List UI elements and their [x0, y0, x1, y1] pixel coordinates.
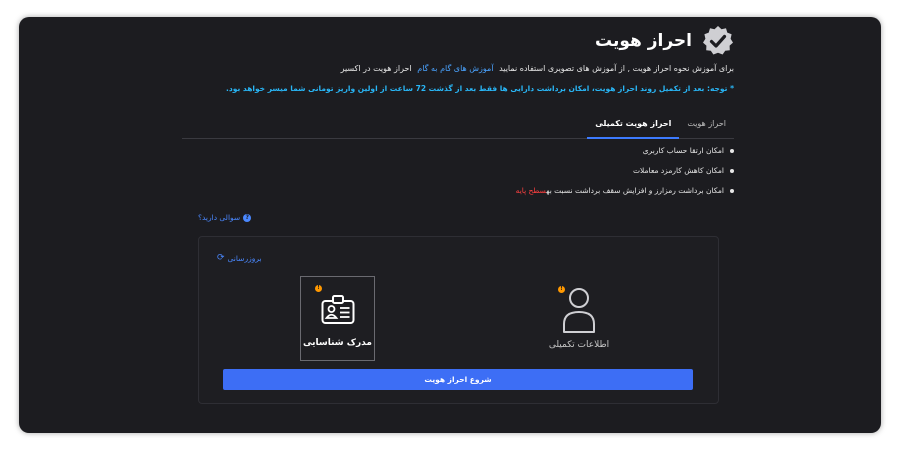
- additional-info-step[interactable]: ! اطلاعات تکمیلی: [544, 286, 614, 356]
- intro-text: برای آموزش نحوه احراز هویت , از آموزش ها…: [341, 64, 734, 73]
- refresh-label: بروزرسانی: [227, 253, 262, 263]
- benefit-text: امکان کاهش کارمزد معاملات: [632, 166, 724, 175]
- tutorial-link[interactable]: آموزش های گام به گام: [417, 64, 493, 73]
- help-link-label: سوالی دارید؟: [198, 213, 241, 222]
- app-window: احراز هویت برای آموزش نحوه احراز هویت , …: [19, 17, 881, 433]
- verification-card: بروزرسانی ⟳ ! مدرک شناسایی ! اطلاعات تکم…: [198, 236, 719, 404]
- page-header: احراز هویت: [595, 25, 734, 57]
- tab-identity-verification[interactable]: احراز هویت: [679, 114, 734, 137]
- id-card-icon: [321, 295, 355, 324]
- refresh-icon: ⟳: [217, 253, 225, 263]
- benefit-text: امکان ارتقا حساب کاربری: [642, 146, 724, 155]
- withdrawal-note: * توجه: بعد از تکمیل روند احراز هویت، ام…: [226, 84, 734, 93]
- identity-verification-page: احراز هویت برای آموزش نحوه احراز هویت , …: [182, 17, 734, 433]
- page-title: احراز هویت: [594, 31, 692, 51]
- user-icon: [563, 288, 595, 333]
- start-verification-button[interactable]: شروع احراز هویت: [223, 369, 693, 390]
- additional-info-label: اطلاعات تکمیلی: [548, 340, 610, 350]
- list-item: امکان ارتقا حساب کاربری: [516, 143, 734, 163]
- list-item: امکان برداشت رمزارز و افزایش سقف برداشت …: [516, 183, 734, 203]
- document-step[interactable]: ! مدرک شناسایی: [300, 276, 375, 361]
- tab-advanced-verification[interactable]: احراز هویت تکمیلی: [587, 114, 680, 139]
- document-label: مدرک شناسایی: [303, 338, 372, 348]
- intro-text-before: برای آموزش نحوه احراز هویت , از آموزش ها…: [499, 64, 734, 73]
- warning-icon: !: [315, 285, 322, 292]
- bullet-icon: [730, 169, 734, 173]
- tab-bar: احراز هویت احراز هویت تکمیلی: [182, 114, 734, 139]
- bullet-icon: [730, 189, 734, 193]
- help-link[interactable]: ? سوالی دارید؟: [198, 213, 252, 222]
- intro-text-after: احراز هویت در اکسیر: [340, 64, 412, 73]
- base-level-highlight: سطح پایه: [515, 186, 547, 195]
- check-badge-icon: [703, 26, 733, 55]
- bullet-icon: [730, 149, 734, 153]
- question-icon: ?: [243, 213, 252, 222]
- benefit-text: امکان برداشت رمزارز و افزایش سقف برداشت …: [546, 186, 724, 195]
- refresh-button[interactable]: بروزرسانی ⟳: [217, 253, 262, 263]
- benefits-list: امکان ارتقا حساب کاربری امکان کاهش کارمز…: [516, 143, 734, 203]
- list-item: امکان کاهش کارمزد معاملات: [516, 163, 734, 183]
